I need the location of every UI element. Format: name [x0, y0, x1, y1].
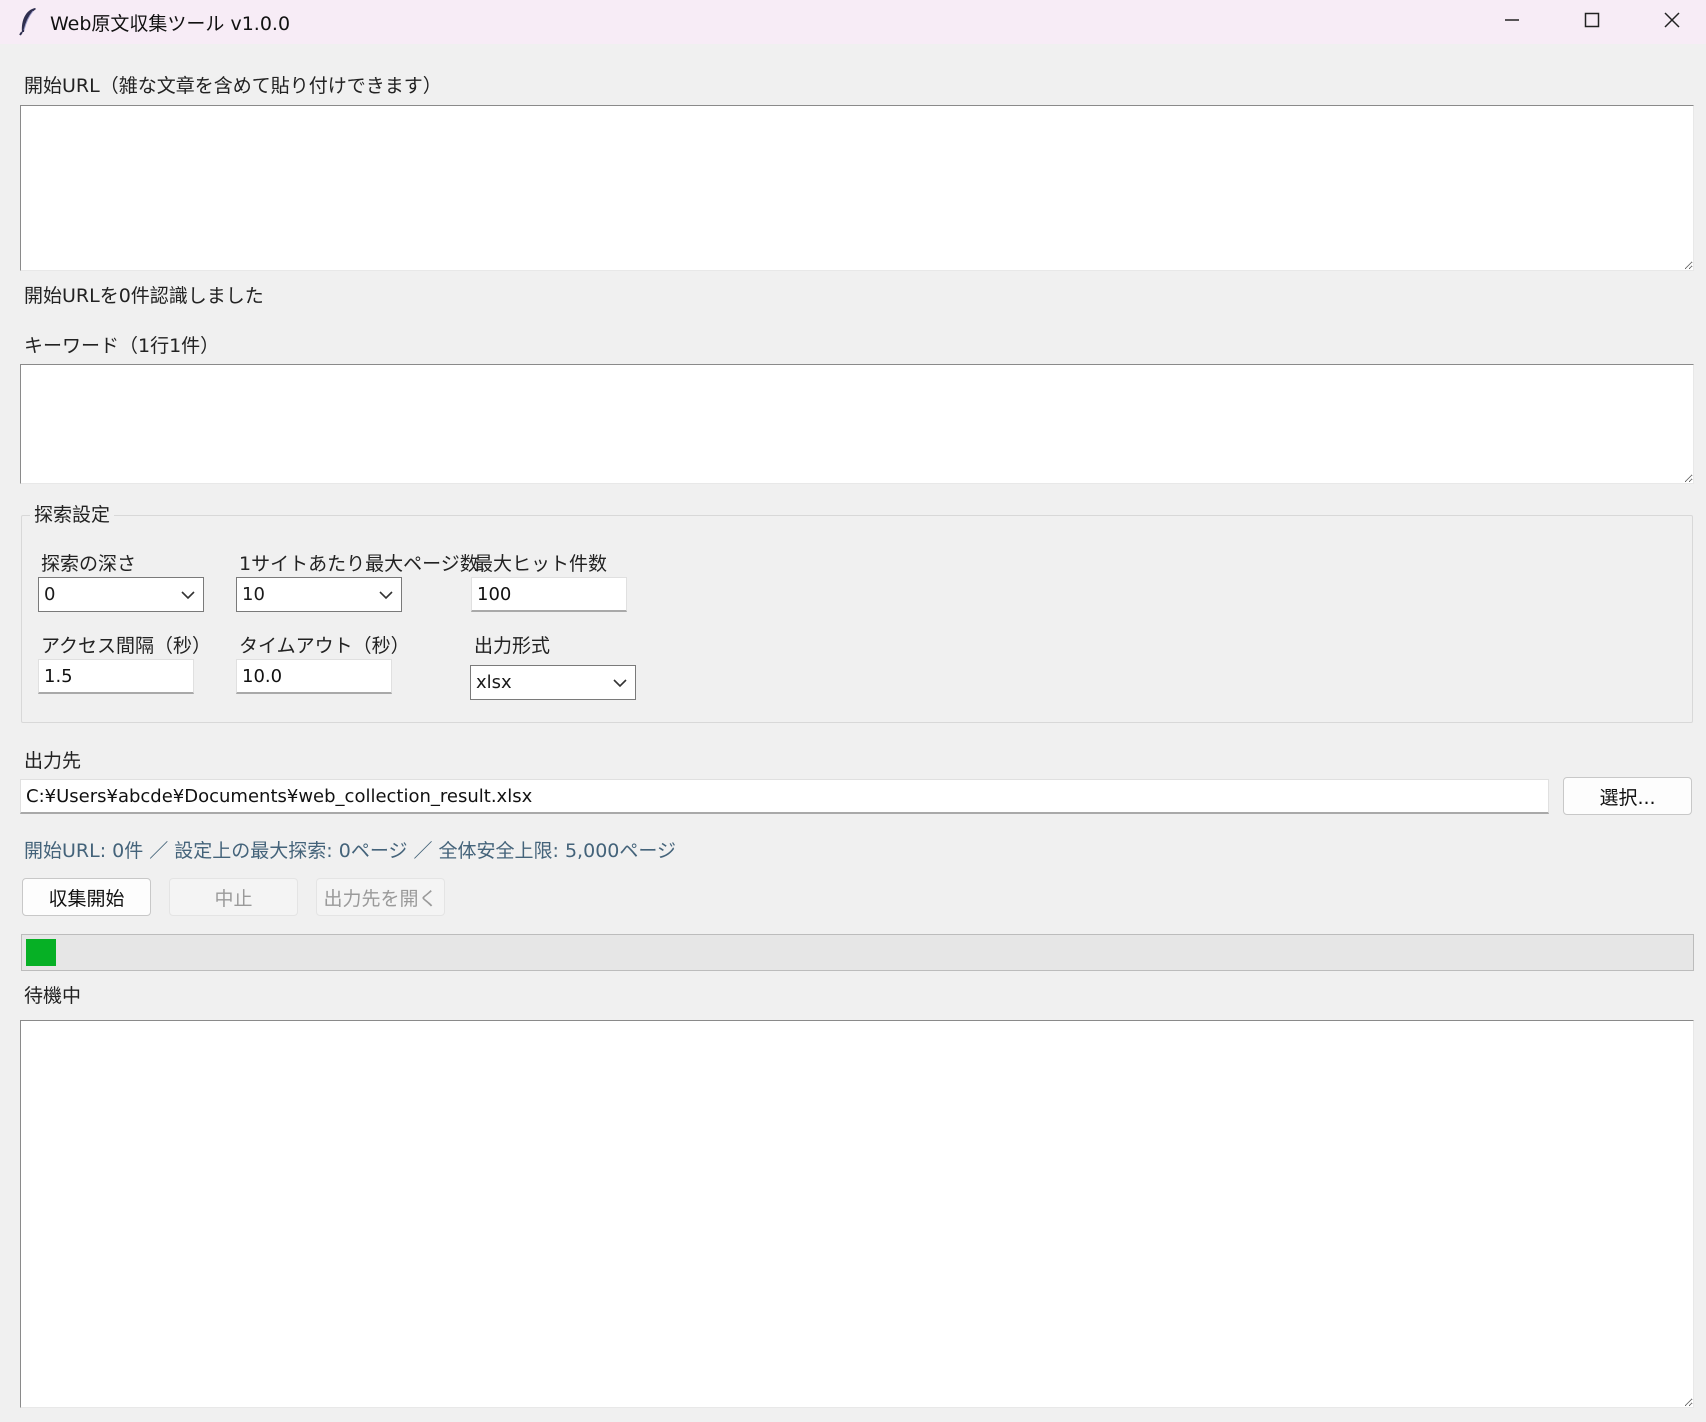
timeout-label: タイムアウト（秒）: [239, 635, 410, 657]
max-pages-combobox[interactable]: 10: [236, 577, 402, 612]
depth-label: 探索の深さ: [41, 553, 137, 575]
chevron-down-icon: [181, 591, 195, 600]
format-value: xlsx: [476, 672, 512, 693]
stop-button[interactable]: 中止: [169, 878, 298, 916]
chevron-down-icon: [379, 591, 393, 600]
timeout-input[interactable]: [236, 659, 392, 694]
close-button[interactable]: [1632, 0, 1706, 40]
summary-text: 開始URL: 0件 ／ 設定上の最大探索: 0ページ ／ 全体安全上限: 5,0…: [24, 840, 676, 862]
depth-value: 0: [44, 584, 56, 605]
open-output-button[interactable]: 出力先を開く: [316, 878, 445, 916]
log-textarea[interactable]: [20, 1020, 1694, 1408]
title-bar[interactable]: Web原文収集ツール v1.0.0: [0, 0, 1706, 44]
output-path-input[interactable]: [20, 779, 1549, 814]
minimize-icon: [1505, 19, 1519, 21]
format-label: 出力形式: [474, 635, 551, 657]
chevron-down-icon: [613, 679, 627, 688]
max-pages-label: 1サイトあたり最大ページ数: [239, 553, 479, 575]
search-settings-title: 探索設定: [30, 500, 115, 527]
status-text: 待機中: [24, 985, 82, 1007]
keywords-textarea[interactable]: [20, 364, 1694, 484]
select-output-button[interactable]: 選択...: [1563, 777, 1692, 815]
progress-bar: [21, 934, 1694, 971]
max-hits-label: 最大ヒット件数: [474, 553, 608, 575]
output-label: 出力先: [24, 750, 82, 772]
max-hits-input[interactable]: [471, 577, 627, 612]
window-title: Web原文収集ツール v1.0.0: [50, 13, 291, 35]
url-recognized-status: 開始URLを0件認識しました: [24, 285, 264, 307]
max-pages-value: 10: [242, 584, 265, 605]
minimize-button[interactable]: [1472, 0, 1552, 40]
progress-fill: [26, 939, 56, 966]
start-collect-button[interactable]: 収集開始: [22, 878, 151, 916]
app-window: Web原文収集ツール v1.0.0 開始URL（雑な文章を含めて貼り付けできます…: [0, 0, 1706, 1422]
format-combobox[interactable]: xlsx: [470, 665, 636, 700]
keywords-label: キーワード（1行1件）: [24, 335, 220, 357]
close-icon: [1664, 12, 1680, 28]
depth-combobox[interactable]: 0: [38, 577, 204, 612]
maximize-button[interactable]: [1552, 0, 1632, 40]
feather-icon: [19, 8, 36, 36]
interval-label: アクセス間隔（秒）: [41, 635, 212, 657]
maximize-icon: [1584, 12, 1600, 28]
interval-input[interactable]: [38, 659, 194, 694]
start-url-label: 開始URL（雑な文章を含めて貼り付けできます）: [24, 75, 442, 97]
start-url-textarea[interactable]: [20, 105, 1694, 271]
